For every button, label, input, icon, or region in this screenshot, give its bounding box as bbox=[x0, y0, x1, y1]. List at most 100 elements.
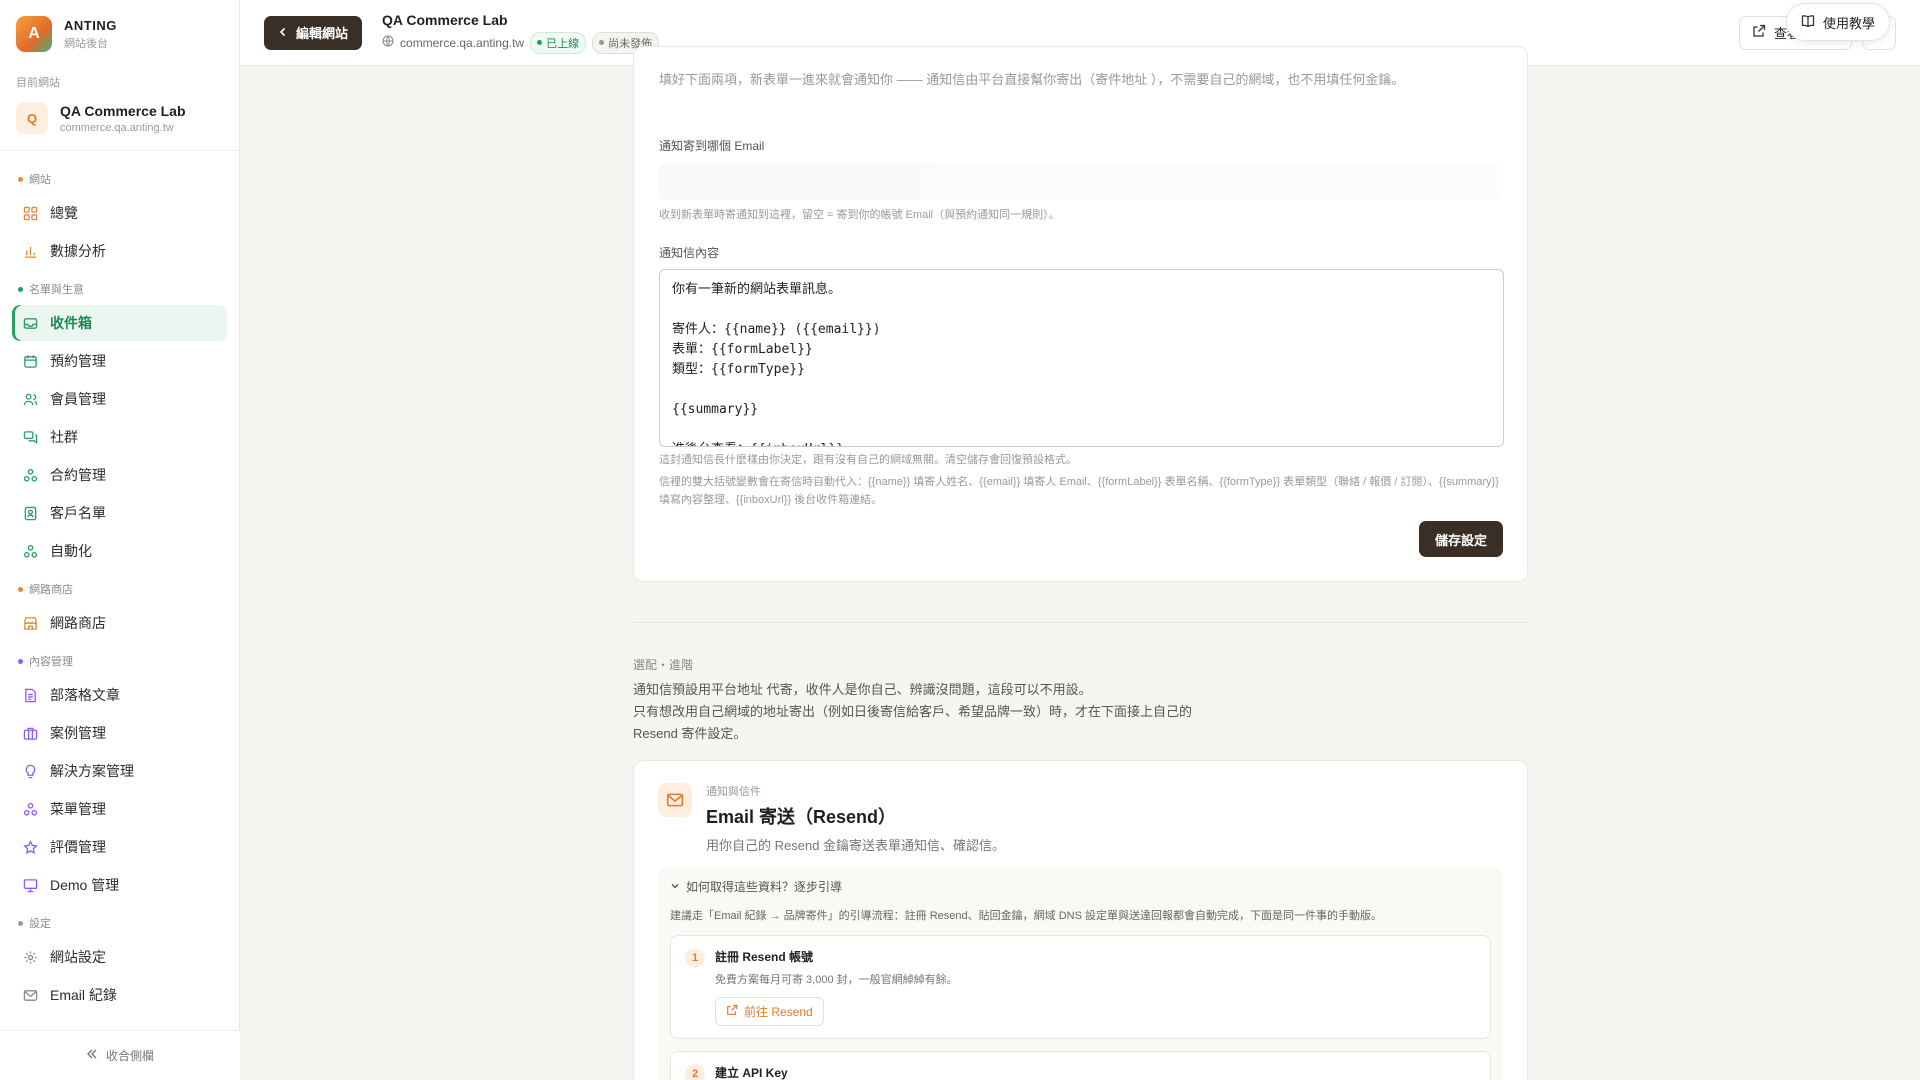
nav-group-label: 名單與生意 bbox=[29, 284, 84, 296]
mail-icon bbox=[658, 783, 692, 817]
sidebar-item-label: 部落格文章 bbox=[50, 687, 120, 703]
nav-group-label: 設定 bbox=[29, 918, 51, 930]
sidebar-item-label: 解決方案管理 bbox=[50, 763, 134, 779]
site-title: QA Commerce Lab bbox=[382, 11, 508, 28]
current-site-card[interactable]: Q QA Commerce Lab commerce.qa.anting.tw bbox=[0, 96, 239, 151]
step-description: 免費方案每月可寄 3,000 封，一般官網綽綽有餘。 bbox=[715, 974, 958, 986]
notification-settings-card: 填好下面兩項，新表單一進來就會通知你 —— 通知信由平台直接幫你寄出（寄件地址 … bbox=[633, 46, 1528, 582]
external-link-icon bbox=[726, 1004, 738, 1019]
step-title: 註冊 Resend 帳號 bbox=[715, 950, 814, 964]
nav-group-settings: 設定 bbox=[12, 905, 227, 939]
advanced-kicker: 選配・進階 bbox=[633, 658, 694, 672]
sidebar-item-label: 案例管理 bbox=[50, 725, 106, 741]
nav-group-content: 內容管理 bbox=[12, 643, 227, 677]
content-help-1: 這封通知信長什麼樣由你決定，跟有沒有自己的網域無關。清空儲存會回復預設格式。 bbox=[659, 454, 1077, 466]
sidebar-item-menu[interactable]: 菜單管理 bbox=[12, 791, 227, 827]
sidebar-item-label: 評價管理 bbox=[50, 839, 106, 855]
go-to-resend-label: 前往 Resend bbox=[744, 1005, 813, 1019]
double-chevron-left-icon bbox=[86, 1048, 98, 1063]
sidebar-item-members[interactable]: 會員管理 bbox=[12, 381, 227, 417]
sidebar-nav: 網站 總覽 數據分析 名單與生意 收件箱 預約管理 會員管理 社群 合約管理 客… bbox=[0, 151, 239, 1013]
nav-group-site: 網站 bbox=[12, 161, 227, 195]
edit-site-back-button[interactable]: 編輯網站 bbox=[264, 15, 363, 50]
presentation-icon bbox=[22, 877, 38, 893]
group-dot bbox=[18, 286, 23, 292]
notification-intro: 填好下面兩項，新表單一進來就會通知你 —— 通知信由平台直接幫你寄出（寄件地址 … bbox=[659, 72, 1405, 87]
step-number: 2 bbox=[685, 1064, 705, 1080]
current-site-label: 目前網站 bbox=[16, 77, 60, 89]
grid-icon bbox=[22, 205, 38, 221]
guide-note: 建議走「Email 紀錄 → 品牌寄件」的引導流程：註冊 Resend、貼回金鑰… bbox=[670, 910, 1382, 922]
chevron-left-icon bbox=[278, 25, 288, 40]
sidebar-item-label: 預約管理 bbox=[50, 353, 106, 369]
document-icon bbox=[22, 687, 38, 703]
calendar-icon bbox=[22, 353, 38, 369]
email-label: 通知寄到哪個 Email bbox=[659, 139, 765, 153]
sidebar-item-overview[interactable]: 總覽 bbox=[12, 195, 227, 231]
brand-name: ANTING bbox=[64, 17, 117, 33]
status-badge-live: 已上線 bbox=[530, 31, 587, 54]
sidebar-item-email-log[interactable]: Email 紀錄 bbox=[12, 977, 227, 1013]
collapse-sidebar-button[interactable]: 收合側欄 bbox=[0, 1030, 240, 1080]
sidebar-item-solutions[interactable]: 解決方案管理 bbox=[12, 753, 227, 789]
collapse-label: 收合側欄 bbox=[105, 1049, 154, 1063]
resend-kicker: 通知與信件 bbox=[706, 786, 761, 798]
sidebar-item-community[interactable]: 社群 bbox=[12, 419, 227, 455]
sidebar-item-clients[interactable]: 客戶名單 bbox=[12, 495, 227, 531]
sidebar-item-label: Demo 管理 bbox=[50, 877, 120, 893]
go-to-resend-button[interactable]: 前往 Resend bbox=[715, 997, 824, 1026]
sidebar-item-blog[interactable]: 部落格文章 bbox=[12, 677, 227, 713]
chevron-down-icon bbox=[670, 880, 680, 894]
chat-icon bbox=[22, 429, 38, 445]
brand[interactable]: A ANTING 網站後台 bbox=[0, 0, 239, 64]
sidebar-item-label: 總覽 bbox=[50, 205, 78, 221]
sidebar-item-store[interactable]: 網路商店 bbox=[12, 605, 227, 641]
resend-card: 通知與信件 Email 寄送（Resend） 用你自己的 Resend 金鑰寄送… bbox=[633, 760, 1528, 1080]
sidebar-item-label: 客戶名單 bbox=[50, 505, 106, 521]
sidebar-item-demo[interactable]: Demo 管理 bbox=[12, 867, 227, 903]
users-icon bbox=[22, 391, 38, 407]
resend-description: 用你自己的 Resend 金鑰寄送表單通知信、確認信。 bbox=[706, 838, 1006, 853]
tutorial-label: 使用教學 bbox=[1822, 15, 1875, 31]
group-dot bbox=[18, 176, 23, 182]
inbox-icon bbox=[22, 315, 38, 331]
guide-step: 1 註冊 Resend 帳號 免費方案每月可寄 3,000 封，一般官網綽綽有餘… bbox=[670, 935, 1491, 1039]
sidebar-item-reviews[interactable]: 評價管理 bbox=[12, 829, 227, 865]
gear-icon bbox=[22, 949, 38, 965]
save-settings-button[interactable]: 儲存設定 bbox=[1418, 521, 1503, 557]
site-domain-link[interactable]: commerce.qa.anting.tw bbox=[400, 36, 524, 50]
notification-content-textarea[interactable]: 你有一筆新的網站表單訊息。 寄件人：{{name}} ({{email}}) 表… bbox=[659, 269, 1504, 447]
sidebar-item-label: 自動化 bbox=[50, 543, 92, 559]
guide-toggle[interactable]: 如何取得這些資料？逐步引導 bbox=[670, 878, 1491, 895]
contact-icon bbox=[22, 505, 38, 521]
mail-icon bbox=[22, 987, 38, 1003]
sidebar-item-label: 網路商店 bbox=[50, 615, 106, 631]
group-dot bbox=[18, 658, 23, 664]
menu-tree-icon bbox=[22, 801, 38, 817]
sidebar-item-inbox[interactable]: 收件箱 bbox=[12, 305, 227, 341]
sidebar-item-label: 網站設定 bbox=[50, 949, 106, 965]
brand-subtitle: 網站後台 bbox=[64, 37, 108, 50]
lightbulb-icon bbox=[22, 763, 38, 779]
workflow-icon bbox=[22, 467, 38, 483]
sidebar-item-label: 菜單管理 bbox=[50, 801, 106, 817]
live-dot bbox=[537, 40, 543, 45]
guide-step: 2 建立 API Key bbox=[670, 1051, 1491, 1080]
automation-icon bbox=[22, 543, 38, 559]
sidebar-item-contracts[interactable]: 合約管理 bbox=[12, 457, 227, 493]
site-meta: QA Commerce Lab commerce.qa.anting.tw 已上… bbox=[382, 11, 660, 54]
sidebar-item-analytics[interactable]: 數據分析 bbox=[12, 233, 227, 269]
sidebar-item-bookings[interactable]: 預約管理 bbox=[12, 343, 227, 379]
notify-email-input[interactable] bbox=[659, 164, 1502, 200]
sidebar-item-cases[interactable]: 案例管理 bbox=[12, 715, 227, 751]
star-icon bbox=[22, 839, 38, 855]
site-avatar: Q bbox=[16, 102, 48, 134]
bar-chart-icon bbox=[22, 243, 38, 259]
current-site-domain: commerce.qa.anting.tw bbox=[60, 121, 174, 134]
sidebar-item-automation[interactable]: 自動化 bbox=[12, 533, 227, 569]
resend-title: Email 寄送（Resend） bbox=[706, 807, 897, 827]
tutorial-button[interactable]: 使用教學 bbox=[1785, 3, 1890, 41]
status-live-label: 已上線 bbox=[546, 37, 580, 50]
sidebar-item-site-settings[interactable]: 網站設定 bbox=[12, 939, 227, 975]
nav-group-business: 名單與生意 bbox=[12, 271, 227, 305]
